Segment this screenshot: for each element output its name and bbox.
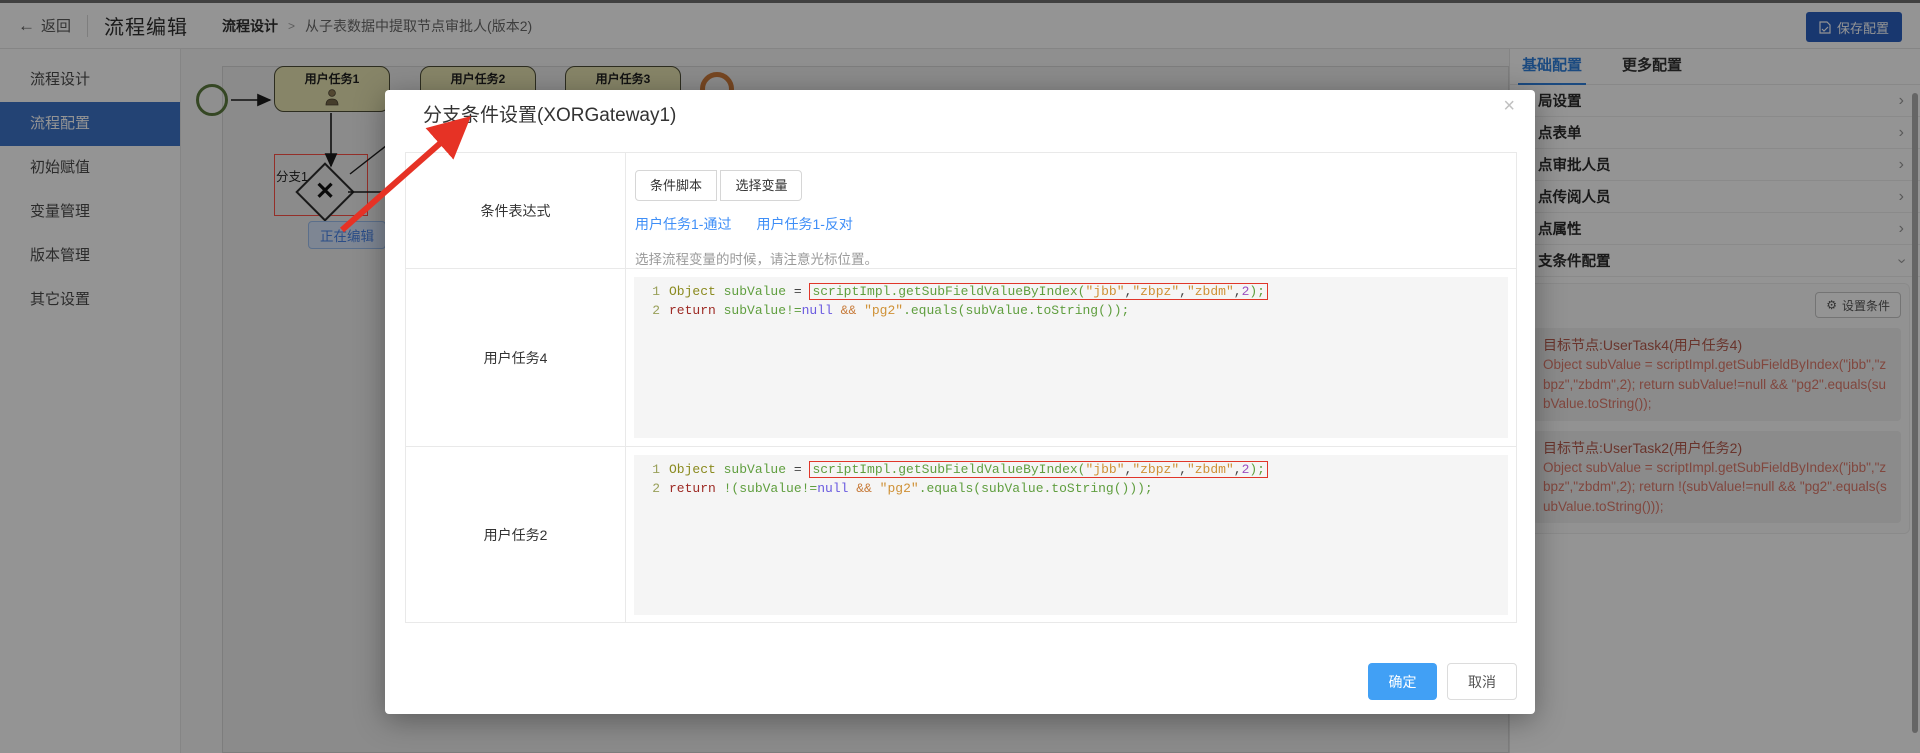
close-icon[interactable]: × xyxy=(1503,96,1515,116)
code-editor-usertask4[interactable]: 1 Object subValue = scriptImpl.getSubFiel… xyxy=(634,277,1508,438)
line-number: 2 xyxy=(634,301,660,320)
row-label-usertask4: 用户任务4 xyxy=(406,269,626,446)
link-usertask1-approve[interactable]: 用户任务1-通过 xyxy=(635,214,731,234)
modal-title: 分支条件设置(XORGateway1) xyxy=(423,100,676,132)
condition-table: 条件表达式 条件脚本 选择变量 用户任务1-通过 用户任务1-反对 选择流程变量… xyxy=(405,152,1517,623)
code-line: Object subValue = scriptImpl.getSubField… xyxy=(669,461,1268,478)
row-label-condition-expression: 条件表达式 xyxy=(406,153,626,268)
code-line: return !(subValue!=null && "pg2".equals(… xyxy=(669,481,1153,496)
select-variable-button[interactable]: 选择变量 xyxy=(720,170,802,201)
line-number: 1 xyxy=(634,460,660,479)
code-line: return subValue!=null && "pg2".equals(su… xyxy=(669,303,1129,318)
link-usertask1-reject[interactable]: 用户任务1-反对 xyxy=(756,214,852,234)
line-number: 1 xyxy=(634,282,660,301)
cursor-position-hint: 选择流程变量的时候，请注意光标位置。 xyxy=(635,248,1502,268)
condition-script-button[interactable]: 条件脚本 xyxy=(635,170,717,201)
branch-condition-modal: 分支条件设置(XORGateway1) × 条件表达式 条件脚本 选择变量 用户… xyxy=(385,90,1535,714)
app-window: ← 返回 流程编辑 流程设计 > 从子表数据中提取节点审批人(版本2) 保存配置… xyxy=(0,0,1920,753)
confirm-button[interactable]: 确定 xyxy=(1368,663,1437,700)
code-line: Object subValue = scriptImpl.getSubField… xyxy=(669,283,1268,300)
cancel-button[interactable]: 取消 xyxy=(1447,663,1517,700)
line-number: 2 xyxy=(634,479,660,498)
row-label-usertask2: 用户任务2 xyxy=(406,447,626,623)
code-editor-usertask2[interactable]: 1 Object subValue = scriptImpl.getSubFiel… xyxy=(634,455,1508,615)
